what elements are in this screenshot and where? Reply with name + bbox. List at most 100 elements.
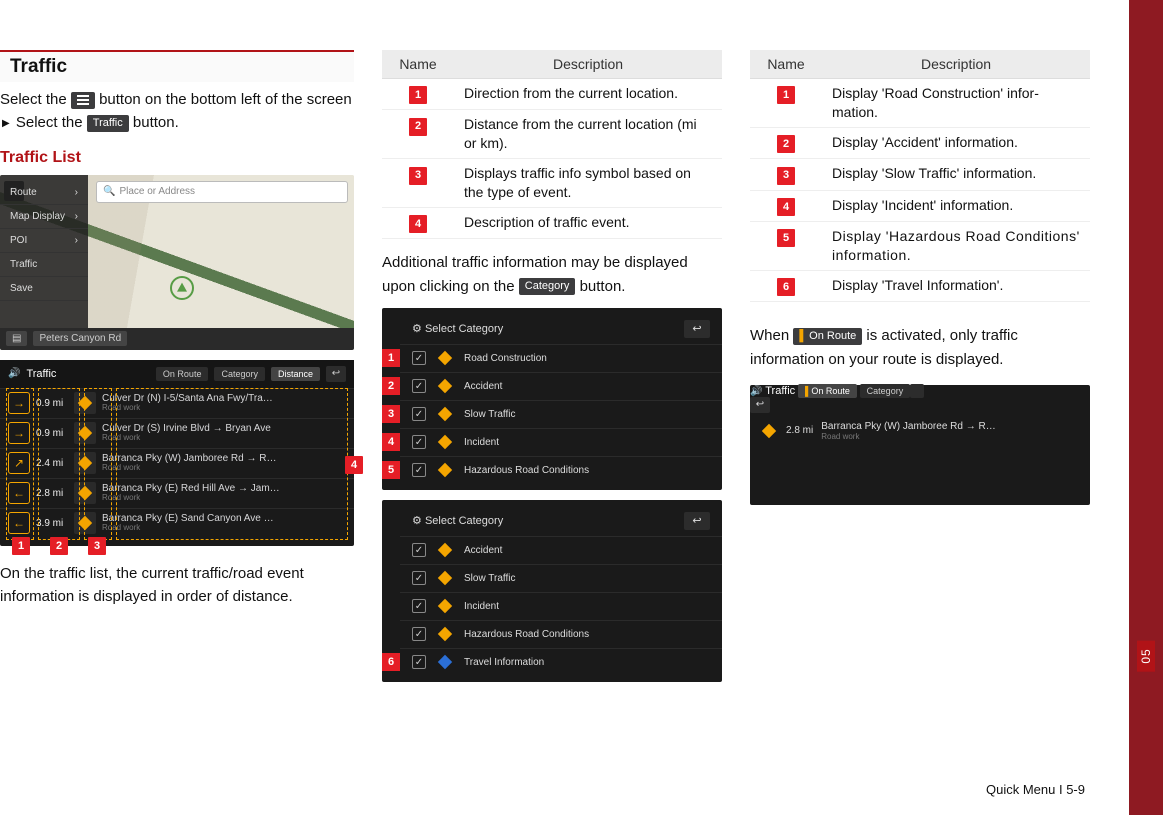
- map-menu-display[interactable]: Map Display›: [0, 205, 88, 229]
- back-icon[interactable]: ↩: [326, 366, 346, 382]
- intro-text-b: button on the bottom left of the screen: [99, 91, 352, 108]
- chevron-right-icon: ›: [75, 187, 78, 198]
- th-desc: Description: [822, 50, 1090, 79]
- chapter-side-tab: 05: [1129, 0, 1163, 815]
- menu-icon-button[interactable]: [71, 92, 95, 109]
- chapter-number: 05: [1137, 640, 1155, 671]
- slow-traffic-icon: [436, 569, 454, 587]
- traffic-row[interactable]: → 0.9 mi Culver Dr (N) I-5/Santa Ana Fwy…: [0, 388, 354, 418]
- tab-on-route[interactable]: ▌On Route: [798, 384, 857, 398]
- direction-icon: ←: [8, 512, 30, 534]
- back-icon[interactable]: ↩: [684, 512, 710, 530]
- direction-icon: ↗: [8, 452, 30, 474]
- incident-icon: [436, 433, 454, 451]
- map-screenshot: N 🔍 Place or Address Route› Map Display›…: [0, 175, 354, 350]
- section-heading: Traffic: [0, 50, 354, 82]
- event-title: Barranca Pky (W) Jamboree Rd → R…: [821, 421, 1080, 432]
- traffic-row[interactable]: 2.8 mi Barranca Pky (W) Jamboree Rd → R……: [760, 417, 1080, 445]
- row-desc: Display 'Travel Information'.: [822, 270, 1090, 301]
- row-num-1: 1: [777, 86, 795, 104]
- category-row[interactable]: 6✓Travel Information: [400, 648, 722, 676]
- checkbox-icon[interactable]: ✓: [412, 351, 426, 365]
- map-menu-traffic[interactable]: Traffic: [0, 253, 88, 277]
- map-menu-route[interactable]: Route›: [0, 181, 88, 205]
- select-category-title: Select Category: [425, 323, 503, 335]
- category-label: Incident: [464, 601, 499, 612]
- category-button[interactable]: Category: [519, 278, 576, 295]
- direction-icon: ←: [8, 482, 30, 504]
- th-name: Name: [382, 50, 454, 79]
- callout-2: 2: [50, 537, 68, 555]
- slow-traffic-icon: [436, 405, 454, 423]
- traffic-button[interactable]: Traffic: [87, 115, 129, 132]
- row-desc: Display 'Accident' information.: [822, 127, 1090, 158]
- traffic-row[interactable]: ← 2.8 mi Barranca Pky (E) Red Hill Ave →…: [0, 478, 354, 508]
- checkbox-icon[interactable]: ✓: [412, 463, 426, 477]
- category-row[interactable]: 5✓Hazardous Road Conditions: [400, 456, 722, 484]
- row-desc: Description of traffic event.: [454, 207, 722, 238]
- chevron-right-icon: ›: [75, 235, 78, 246]
- traffic-list-screenshot: 🔊 Traffic On Route Category Distance ↩ →…: [0, 360, 354, 546]
- traffic-list-subhead: Traffic List: [0, 149, 354, 167]
- event-symbol-icon: [74, 512, 96, 534]
- checkbox-icon[interactable]: ✓: [412, 435, 426, 449]
- event-symbol-icon: [74, 392, 96, 414]
- row-desc: Display 'Hazardous Road Conditions' info…: [822, 222, 1090, 271]
- category-row[interactable]: ✓ Accident: [400, 536, 722, 564]
- back-icon[interactable]: ↩: [684, 320, 710, 338]
- row-desc: Display 'Incident' information.: [822, 190, 1090, 221]
- category-label: Accident: [464, 545, 502, 556]
- checkbox-icon[interactable]: ✓: [412, 543, 426, 557]
- speaker-icon: 🔊: [8, 368, 20, 379]
- checkbox-icon[interactable]: ✓: [412, 571, 426, 585]
- traffic-row[interactable]: ← 3.9 mi Barranca Pky (E) Sand Canyon Av…: [0, 508, 354, 538]
- intro-text-d: button.: [133, 114, 179, 131]
- category-row[interactable]: ✓ Incident: [400, 592, 722, 620]
- category-label: Accident: [464, 381, 502, 392]
- on-route-paragraph: When ▌On Route is activated, only traffi…: [750, 324, 1090, 371]
- category-row[interactable]: ✓ Slow Traffic: [400, 564, 722, 592]
- event-sub: Road work: [102, 434, 346, 443]
- category-screenshot-2: ⚙ Select Category ↩ ✓Accident ✓Slow Traf…: [382, 500, 722, 682]
- event-sub: Road work: [102, 404, 346, 413]
- tab-category[interactable]: Category: [860, 384, 911, 398]
- category-label: Slow Traffic: [464, 409, 516, 420]
- checkbox-icon[interactable]: ✓: [412, 655, 426, 669]
- tab-distance[interactable]: Distance: [271, 367, 320, 381]
- category-row[interactable]: 2✓Accident: [400, 372, 722, 400]
- layers-icon[interactable]: ▤: [6, 331, 27, 346]
- map-menu-poi[interactable]: POI›: [0, 229, 88, 253]
- tab-on-route[interactable]: On Route: [156, 367, 209, 381]
- current-location-icon: [170, 276, 194, 300]
- distance-value: 2.4 mi: [36, 458, 74, 469]
- category-row[interactable]: ✓Hazardous Road Conditions: [400, 620, 722, 648]
- on-route-button[interactable]: ▌On Route: [793, 328, 862, 345]
- traffic-row[interactable]: → 0.9 mi Culver Dr (S) Irvine Blvd → Bry…: [0, 418, 354, 448]
- tab-category[interactable]: Category: [214, 367, 265, 381]
- incident-icon: [436, 597, 454, 615]
- category-row[interactable]: 4✓Incident: [400, 428, 722, 456]
- hazardous-icon: [436, 625, 454, 643]
- back-icon[interactable]: ↩: [750, 397, 770, 413]
- search-input[interactable]: 🔍 Place or Address: [96, 181, 348, 203]
- category-label: Slow Traffic: [464, 573, 516, 584]
- location-chip[interactable]: Peters Canyon Rd: [33, 331, 127, 346]
- row-desc: Displays traffic info symbol based on th…: [454, 159, 722, 208]
- chevron-right-icon: ›: [75, 211, 78, 222]
- category-row[interactable]: 3✓Slow Traffic: [400, 400, 722, 428]
- on-route-screenshot: 🔊 Traffic ▌On Route Category ↩ 2.8 mi Ba…: [750, 385, 1090, 505]
- accident-icon: [436, 377, 454, 395]
- callout-5: 5: [382, 461, 400, 479]
- checkbox-icon[interactable]: ✓: [412, 379, 426, 393]
- map-menu-save[interactable]: Save: [0, 277, 88, 301]
- callout-3: 3: [382, 405, 400, 423]
- checkbox-icon[interactable]: ✓: [412, 599, 426, 613]
- intro-text-a: Select the: [0, 91, 71, 108]
- checkbox-icon[interactable]: ✓: [412, 407, 426, 421]
- category-row[interactable]: 1✓Road Construction: [400, 344, 722, 372]
- checkbox-icon[interactable]: ✓: [412, 627, 426, 641]
- description-table-1: NameDescription 1Direction from the curr…: [382, 50, 722, 239]
- event-symbol-icon: [760, 422, 778, 440]
- traffic-row[interactable]: ↗ 2.4 mi Barranca Pky (W) Jamboree Rd → …: [0, 448, 354, 478]
- map-bottom-bar: ▤ Peters Canyon Rd: [0, 328, 354, 350]
